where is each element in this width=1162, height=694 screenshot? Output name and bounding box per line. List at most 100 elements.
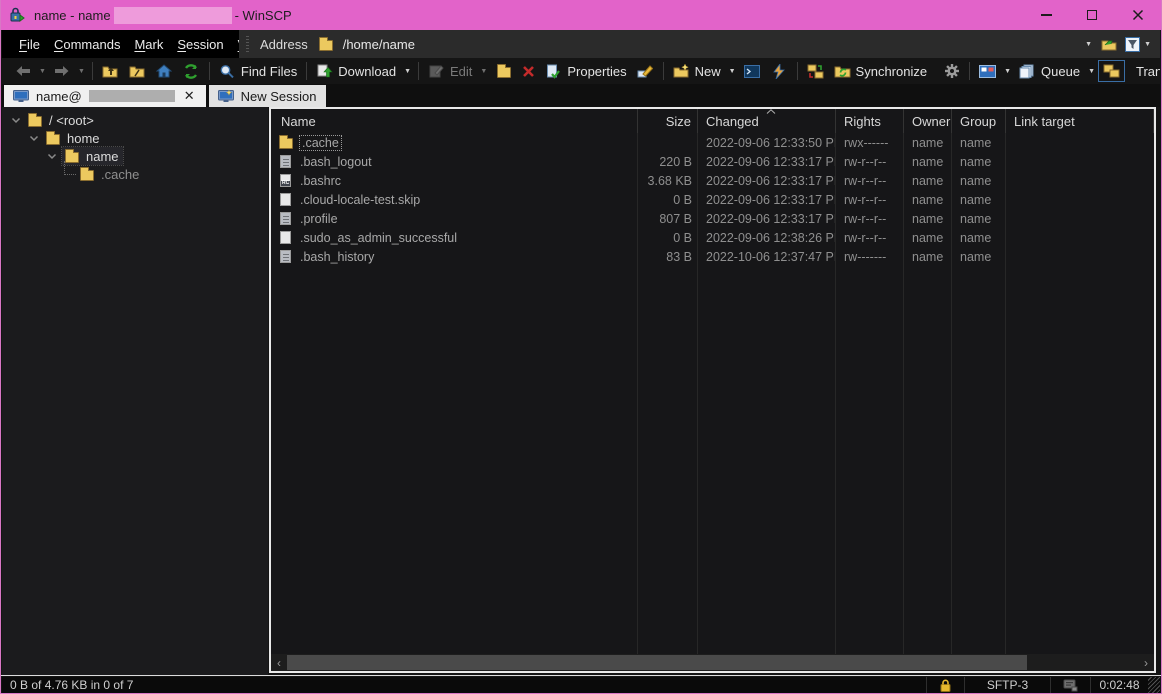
custom-commands-button[interactable] bbox=[766, 59, 793, 83]
new-session-tab[interactable]: New Session bbox=[209, 85, 326, 107]
transfer-folders-icon bbox=[1103, 63, 1120, 79]
minimize-button[interactable] bbox=[1023, 0, 1069, 30]
file-row[interactable]: .bash_history 83 B 2022-10-06 12:37:47 P… bbox=[271, 247, 1154, 266]
folder-icon bbox=[78, 166, 95, 182]
root-directory-button[interactable] bbox=[124, 59, 151, 83]
forward-dropdown-icon[interactable]: ▼ bbox=[78, 68, 85, 75]
redacted-session-host bbox=[89, 90, 175, 102]
file-row[interactable]: .sudo_as_admin_successful 0 B 2022-09-06… bbox=[271, 228, 1154, 247]
encryption-lock-cell[interactable] bbox=[926, 677, 964, 693]
close-button[interactable] bbox=[1115, 0, 1161, 30]
panel-layout-button[interactable] bbox=[974, 59, 1001, 83]
filter-dropdown-icon[interactable]: ▼ bbox=[1144, 41, 1151, 48]
menu-mark[interactable]: Mark bbox=[127, 30, 170, 58]
download-button[interactable]: Download bbox=[311, 59, 401, 83]
column-header-owner[interactable]: Owner bbox=[904, 109, 952, 133]
new-session-monitor-icon bbox=[218, 90, 234, 103]
file-row[interactable]: .bash_logout 220 B 2022-09-06 12:33:17 P… bbox=[271, 152, 1154, 171]
duplicate-folder-icon bbox=[495, 63, 512, 79]
transfer-mode-toggle[interactable] bbox=[1098, 60, 1125, 82]
protocol-cell[interactable]: SFTP-3 bbox=[964, 677, 1050, 693]
maximize-button[interactable] bbox=[1069, 0, 1115, 30]
forward-button[interactable] bbox=[49, 59, 75, 83]
open-directory-icon[interactable] bbox=[1101, 36, 1118, 52]
transfer-settings-label: Transfer Settings bbox=[1136, 64, 1160, 79]
tab-close-icon[interactable]: ✕ bbox=[182, 88, 197, 104]
close-icon bbox=[1132, 9, 1144, 21]
scrollbar-thumb[interactable] bbox=[287, 655, 1027, 670]
column-header-size[interactable]: Size bbox=[638, 109, 698, 133]
console-icon bbox=[744, 63, 761, 79]
lock-icon bbox=[939, 679, 952, 692]
edit-dropdown-icon[interactable]: ▼ bbox=[480, 68, 487, 75]
address-dropdown-icon[interactable]: ▼ bbox=[1085, 41, 1092, 48]
preferences-button[interactable] bbox=[938, 59, 965, 83]
back-button[interactable] bbox=[10, 59, 36, 83]
folder-icon bbox=[277, 135, 294, 151]
menu-commands[interactable]: Commands bbox=[47, 30, 127, 58]
properties-label: Properties bbox=[567, 64, 626, 79]
column-header-name[interactable]: Name bbox=[271, 109, 638, 133]
file-name: .cloud-locale-test.skip bbox=[300, 193, 420, 207]
chevron-down-icon[interactable] bbox=[10, 114, 22, 126]
edit-button[interactable]: Edit bbox=[423, 59, 477, 83]
chevron-down-icon[interactable] bbox=[46, 150, 58, 162]
new-dropdown-icon[interactable]: ▼ bbox=[729, 68, 736, 75]
refresh-button[interactable] bbox=[178, 59, 205, 83]
download-icon bbox=[316, 63, 333, 79]
session-tab-active[interactable]: name@ ✕ bbox=[4, 85, 206, 107]
transfer-settings-button[interactable]: Transfer Settings bbox=[1131, 59, 1160, 83]
back-icon bbox=[15, 65, 31, 77]
tree-item-home[interactable]: home bbox=[2, 129, 268, 147]
tree-item-root[interactable]: / <root> bbox=[2, 111, 268, 129]
synchronize-browsing-button[interactable] bbox=[802, 59, 829, 83]
filter-icon[interactable] bbox=[1124, 36, 1141, 52]
delete-button[interactable] bbox=[517, 59, 540, 83]
scroll-right-icon[interactable]: › bbox=[1138, 654, 1154, 671]
chevron-down-icon[interactable] bbox=[28, 132, 40, 144]
menu-file[interactable]: File bbox=[12, 30, 47, 58]
file-row[interactable]: .bashrc 3.68 KB 2022-09-06 12:33:17 PM r… bbox=[271, 171, 1154, 190]
file-row[interactable]: .profile 807 B 2022-09-06 12:33:17 PM rw… bbox=[271, 209, 1154, 228]
scroll-left-icon[interactable]: ‹ bbox=[271, 654, 287, 671]
synchronize-button[interactable]: Synchronize bbox=[829, 59, 933, 83]
new-session-tab-label: New Session bbox=[241, 89, 317, 104]
window-controls bbox=[1023, 0, 1161, 30]
forward-icon bbox=[54, 65, 70, 77]
column-header-rights[interactable]: Rights bbox=[836, 109, 904, 133]
session-info-cell[interactable] bbox=[1050, 677, 1090, 693]
rename-button[interactable] bbox=[632, 59, 659, 83]
parent-directory-button[interactable] bbox=[97, 59, 124, 83]
lightning-icon bbox=[771, 63, 788, 79]
panel-layout-dropdown-icon[interactable]: ▼ bbox=[1004, 68, 1011, 75]
session-info-icon bbox=[1063, 679, 1078, 692]
file-name: .cache bbox=[300, 136, 341, 150]
back-dropdown-icon[interactable]: ▼ bbox=[39, 68, 46, 75]
column-header-group[interactable]: Group bbox=[952, 109, 1006, 133]
menu-session[interactable]: Session bbox=[170, 30, 230, 58]
tree-item-cache[interactable]: .cache bbox=[2, 165, 268, 183]
file-row[interactable]: .cache 2022-09-06 12:33:50 PM rwx------ … bbox=[271, 133, 1154, 152]
queue-dropdown-icon[interactable]: ▼ bbox=[1088, 68, 1095, 75]
find-files-button[interactable]: Find Files bbox=[214, 59, 302, 83]
download-dropdown-icon[interactable]: ▼ bbox=[404, 68, 411, 75]
column-header-link-target[interactable]: Link target bbox=[1006, 109, 1154, 133]
new-icon bbox=[673, 63, 690, 79]
horizontal-scrollbar[interactable]: ‹ › bbox=[271, 654, 1154, 671]
queue-button[interactable]: Queue bbox=[1014, 59, 1085, 83]
address-path[interactable]: /home/name bbox=[343, 37, 415, 52]
session-tabs: name@ ✕ New Session bbox=[2, 84, 1160, 107]
winscp-app-icon bbox=[10, 7, 27, 23]
resize-grip[interactable] bbox=[1148, 677, 1160, 693]
duplicate-button[interactable] bbox=[490, 59, 517, 83]
file-row[interactable]: .cloud-locale-test.skip 0 B 2022-09-06 1… bbox=[271, 190, 1154, 209]
home-directory-button[interactable] bbox=[151, 59, 178, 83]
tree-item-name[interactable]: name bbox=[2, 147, 268, 165]
open-console-button[interactable] bbox=[739, 59, 766, 83]
delete-icon bbox=[522, 65, 535, 78]
new-button[interactable]: New bbox=[668, 59, 726, 83]
addressbar-grip[interactable] bbox=[246, 36, 249, 52]
properties-button[interactable]: Properties bbox=[540, 59, 631, 83]
edit-label: Edit bbox=[450, 64, 472, 79]
tree-item-home-label: home bbox=[67, 131, 100, 146]
